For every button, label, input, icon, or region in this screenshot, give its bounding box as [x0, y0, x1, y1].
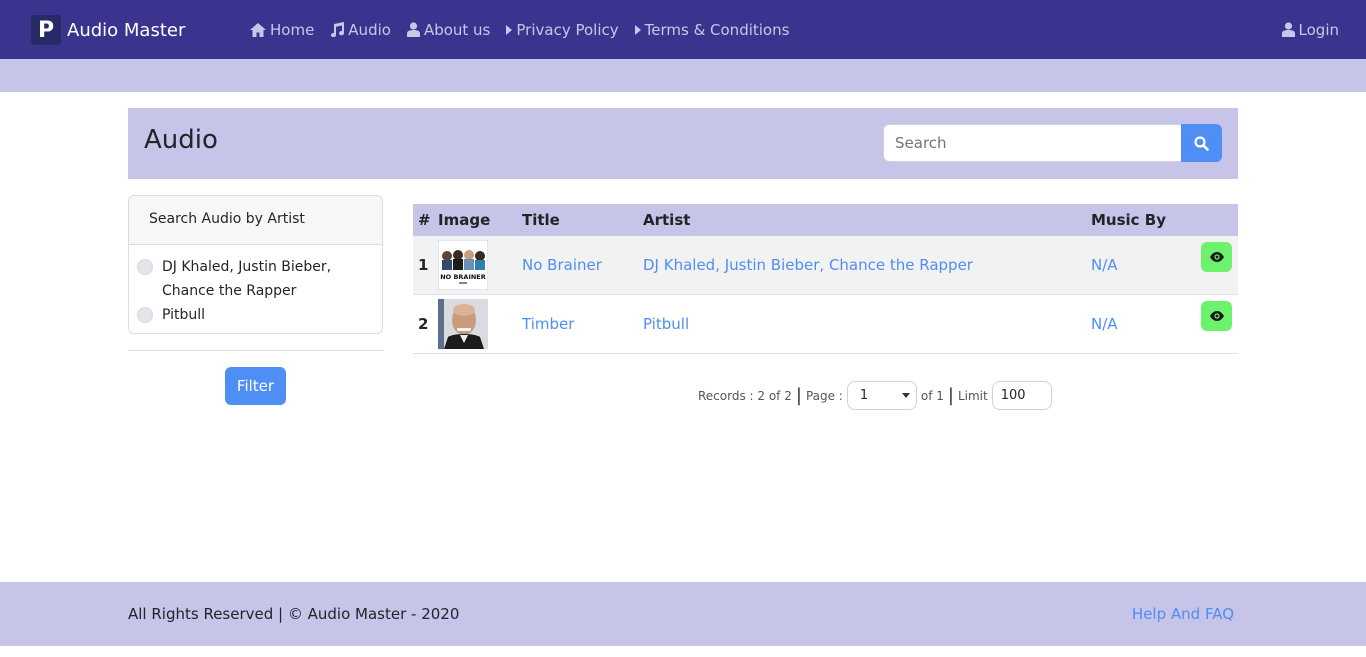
music-by-link[interactable]: N/A [1091, 315, 1201, 333]
nav-links: Home Audio About us Privacy Policy Terms… [250, 0, 805, 59]
view-button[interactable] [1201, 242, 1232, 272]
top-navbar: P Audio Master Home Audio About us Priva… [0, 0, 1366, 59]
artist-option-label: Pitbull [162, 307, 206, 323]
filter-heading: Search Audio by Artist [129, 196, 382, 245]
artist-link[interactable]: Pitbull [643, 315, 1091, 333]
nav-link-privacy[interactable]: Privacy Policy [506, 20, 619, 39]
artist-link[interactable]: DJ Khaled, Justin Bieber, Chance the Rap… [643, 256, 1091, 274]
limit-label: Limit [957, 388, 988, 403]
column-header: # [418, 211, 431, 229]
radio-button[interactable] [137, 259, 153, 275]
artist-option-label: DJ Khaled, Justin Bieber, Chance the Rap… [162, 259, 332, 299]
audio-table: # Image Title Artist Music By 1 NO BRAIN… [413, 204, 1238, 354]
table-row: 2 Timber Pitbull N/A [413, 295, 1238, 354]
limit-input[interactable] [991, 381, 1052, 410]
nav-link-about[interactable]: About us [406, 20, 491, 39]
nav-link-audio[interactable]: Audio [330, 21, 391, 39]
table-header-row: # Image Title Artist Music By [413, 204, 1238, 236]
page-header: Audio [128, 108, 1238, 179]
nav-link-terms[interactable]: Terms & Conditions [634, 20, 790, 39]
help-faq-link[interactable]: Help And FAQ [1132, 605, 1234, 623]
user-icon [1281, 22, 1295, 37]
nav-link-label: Terms & Conditions [644, 20, 790, 39]
page-label: Page : [805, 388, 843, 403]
radio-button[interactable] [137, 307, 153, 323]
thumbnail-text: NO BRAINER [440, 273, 486, 281]
column-header: Image [438, 211, 491, 229]
pagination-bar: Records : 2 of 2 | Page : 1 of 1 | Limit [698, 381, 1052, 410]
nav-link-label: Privacy Policy [516, 20, 619, 39]
artist-filter-card: Search Audio by Artist DJ Khaled, Justin… [128, 195, 383, 334]
table-row: 1 NO BRAINER No Brainer DJ Khaled, Justi… [413, 236, 1238, 295]
filter-button[interactable]: Filter [225, 367, 286, 405]
search-icon [1194, 135, 1209, 151]
music-by-link[interactable]: N/A [1091, 256, 1201, 274]
footer: All Rights Reserved | © Audio Master - 2… [0, 582, 1366, 646]
nav-link-label: About us [423, 20, 491, 39]
music-icon [331, 22, 345, 37]
page-select[interactable]: 1 [846, 381, 917, 410]
brand-logo-icon: P [31, 15, 61, 45]
page-of-label: of 1 [920, 388, 944, 403]
filter-divider [128, 350, 383, 351]
column-header: Music By [1091, 211, 1166, 229]
page-select-value: 1 [859, 388, 869, 403]
row-image-cell: NO BRAINER [438, 240, 522, 290]
row-number: 1 [418, 256, 429, 274]
caret-down-icon [901, 393, 910, 398]
separator: | [795, 385, 802, 406]
login-label: Login [1298, 20, 1339, 39]
artist-filter-option[interactable]: Pitbull [137, 303, 374, 327]
artist-filter-option[interactable]: DJ Khaled, Justin Bieber, Chance the Rap… [137, 255, 374, 303]
caret-right-icon [506, 24, 513, 35]
row-number: 2 [418, 315, 429, 333]
page-title: Audio [144, 125, 218, 155]
login-link[interactable]: Login [1281, 0, 1339, 59]
home-icon [250, 22, 266, 37]
audio-title-link[interactable]: No Brainer [522, 256, 643, 274]
brand[interactable]: P Audio Master [31, 15, 185, 45]
view-button[interactable] [1201, 301, 1232, 331]
caret-right-icon [634, 24, 641, 35]
album-thumbnail[interactable]: NO BRAINER [438, 240, 488, 290]
row-image-cell [438, 299, 522, 349]
nav-link-label: Audio [348, 20, 391, 39]
copyright-text: All Rights Reserved | © Audio Master - 2… [128, 605, 460, 623]
user-icon [406, 22, 420, 37]
nav-link-label: Home [270, 20, 315, 39]
nav-link-home[interactable]: Home [250, 21, 314, 39]
separator: | [947, 385, 954, 406]
eye-icon [1209, 252, 1224, 262]
search-group [883, 124, 1222, 162]
sub-header-bar [0, 59, 1366, 92]
brand-name: Audio Master [67, 19, 186, 41]
search-button[interactable] [1181, 124, 1222, 162]
records-count: Records : 2 of 2 [698, 388, 792, 403]
audio-title-link[interactable]: Timber [522, 315, 643, 333]
artist-filter-list: DJ Khaled, Justin Bieber, Chance the Rap… [129, 245, 382, 327]
artist-photo-thumbnail[interactable] [438, 299, 488, 349]
eye-icon [1209, 311, 1224, 321]
column-header: Artist [643, 211, 691, 229]
column-header: Title [522, 211, 560, 229]
search-input[interactable] [883, 124, 1181, 162]
